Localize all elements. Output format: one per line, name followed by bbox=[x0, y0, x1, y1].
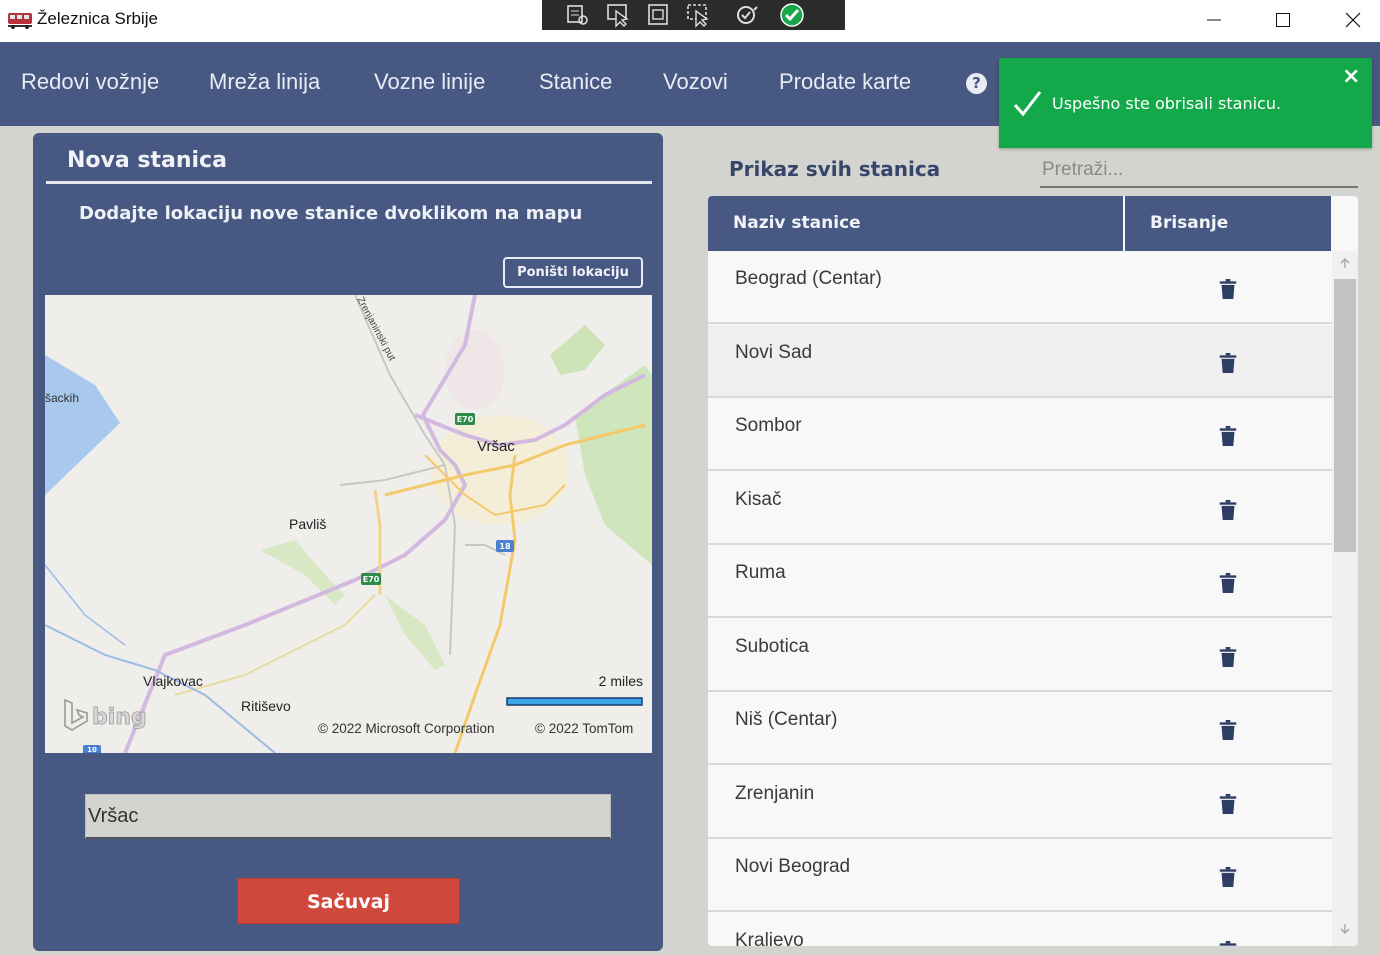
table-row[interactable]: Kraljevo bbox=[708, 913, 1332, 946]
title-bar: Železnica Srbije bbox=[0, 0, 1380, 42]
nav-item-timetable[interactable]: Redovi vožnje bbox=[21, 69, 159, 95]
village-label: Pavliš bbox=[289, 516, 326, 532]
instruction-text: Dodajte lokaciju nove stanice dvoklikom … bbox=[79, 203, 583, 224]
stations-table: Naziv stanice Brisanje Beograd (Centar) … bbox=[708, 196, 1358, 946]
station-name: Zrenjanin bbox=[735, 783, 815, 804]
nav-item-network[interactable]: Mreža linija bbox=[209, 69, 320, 95]
trash-icon[interactable] bbox=[1219, 353, 1237, 373]
road-label: Zrenjaninski put bbox=[354, 295, 397, 363]
station-name: Novi Sad bbox=[735, 342, 813, 363]
svg-text:10: 10 bbox=[87, 746, 97, 753]
select-element-icon[interactable] bbox=[604, 2, 632, 28]
scroll-up-icon[interactable] bbox=[1339, 257, 1351, 269]
svg-text:E70: E70 bbox=[457, 415, 474, 424]
village-label: Ritiševo bbox=[241, 698, 291, 714]
vertical-scrollbar[interactable] bbox=[1332, 251, 1358, 946]
station-name: Ruma bbox=[735, 562, 786, 583]
success-toast: Uspešno ste obrisali stanicu. × bbox=[999, 58, 1372, 148]
forest-area bbox=[385, 595, 445, 670]
title-divider bbox=[46, 181, 652, 184]
table-row[interactable]: Kisač bbox=[708, 472, 1332, 545]
minimize-button[interactable] bbox=[1191, 0, 1237, 40]
map-canvas: E70 E70 18 10 Vršac Pavliš Vlajkovac Rit… bbox=[45, 295, 652, 753]
forest-area bbox=[550, 325, 605, 375]
village-label: Vlajkovac bbox=[143, 673, 203, 689]
svg-text:18: 18 bbox=[499, 542, 511, 551]
table-row[interactable]: Subotica bbox=[708, 619, 1332, 692]
svg-text:bing: bing bbox=[92, 705, 147, 730]
reset-location-button[interactable]: Poništi lokaciju bbox=[503, 257, 643, 288]
bing-logo: bing bbox=[64, 698, 147, 731]
track-focus-icon[interactable] bbox=[684, 2, 712, 28]
nav-item-stations[interactable]: Stanice bbox=[539, 69, 612, 95]
toast-close-icon[interactable]: × bbox=[1342, 64, 1360, 89]
trash-icon[interactable] bbox=[1219, 500, 1237, 520]
trash-icon[interactable] bbox=[1219, 720, 1237, 740]
station-name: Kraljevo bbox=[735, 930, 804, 946]
svg-text:E70: E70 bbox=[363, 575, 380, 584]
check-icon[interactable] bbox=[778, 2, 806, 28]
minimize-icon bbox=[1207, 19, 1221, 21]
column-header-delete: Brisanje bbox=[1125, 196, 1331, 251]
map-view[interactable]: E70 E70 18 10 Vršac Pavliš Vlajkovac Rit… bbox=[45, 295, 652, 753]
scrollbar-thumb[interactable] bbox=[1334, 279, 1356, 552]
forest-area bbox=[575, 365, 652, 565]
search-input[interactable]: Pretraži... bbox=[1040, 154, 1358, 188]
table-row[interactable]: Novi Sad bbox=[708, 325, 1332, 398]
live-visual-tree-icon[interactable] bbox=[564, 2, 592, 28]
column-header-name: Naziv stanice bbox=[708, 196, 1123, 251]
debug-toolbar bbox=[542, 0, 845, 30]
copyright-microsoft: © 2022 Microsoft Corporation bbox=[318, 721, 495, 736]
close-window-button[interactable] bbox=[1330, 0, 1376, 40]
window-title: Železnica Srbije bbox=[37, 9, 158, 28]
trash-icon[interactable] bbox=[1219, 794, 1237, 814]
nav-item-trains[interactable]: Vozovi bbox=[663, 69, 728, 95]
lake-shape bbox=[45, 355, 120, 495]
station-name: Kisač bbox=[735, 489, 782, 510]
save-button[interactable]: Sačuvaj bbox=[237, 878, 460, 924]
station-name: Niš (Centar) bbox=[735, 709, 838, 730]
trash-icon[interactable] bbox=[1219, 279, 1237, 299]
close-icon bbox=[1345, 12, 1361, 28]
table-row[interactable]: Ruma bbox=[708, 545, 1332, 618]
scroll-down-icon[interactable] bbox=[1339, 923, 1351, 935]
station-name: Beograd (Centar) bbox=[735, 268, 882, 289]
location-input[interactable]: Vršac bbox=[85, 794, 611, 839]
copyright-tomtom: © 2022 TomTom bbox=[535, 721, 633, 736]
river-line bbox=[45, 624, 276, 753]
stations-list-title: Prikaz svih stanica bbox=[729, 157, 941, 181]
station-name: Sombor bbox=[735, 415, 802, 436]
forest-area bbox=[260, 540, 345, 605]
table-row[interactable]: Sombor bbox=[708, 398, 1332, 471]
nav-item-lines[interactable]: Vozne linije bbox=[374, 69, 485, 95]
new-station-panel: Nova stanica Dodajte lokaciju nove stani… bbox=[33, 133, 663, 951]
panel-title: Nova stanica bbox=[67, 148, 227, 173]
checkmark-icon bbox=[1013, 91, 1042, 117]
train-icon bbox=[8, 13, 32, 29]
trash-icon[interactable] bbox=[1219, 941, 1237, 946]
nav-item-sold-tickets[interactable]: Prodate karte bbox=[779, 69, 911, 95]
trash-icon[interactable] bbox=[1219, 867, 1237, 887]
table-row[interactable]: Beograd (Centar) bbox=[708, 251, 1332, 324]
water-label: šackih bbox=[45, 391, 79, 405]
trash-icon[interactable] bbox=[1219, 426, 1237, 446]
trash-icon[interactable] bbox=[1219, 573, 1237, 593]
table-row[interactable]: Novi Beograd bbox=[708, 839, 1332, 912]
hot-reload-icon[interactable] bbox=[732, 2, 760, 28]
maximize-icon bbox=[1276, 13, 1290, 27]
scale-bar bbox=[506, 697, 643, 706]
toast-message: Uspešno ste obrisali stanicu. bbox=[1052, 94, 1282, 113]
help-icon[interactable]: ? bbox=[966, 73, 987, 94]
maximize-button[interactable] bbox=[1260, 0, 1306, 40]
station-name: Subotica bbox=[735, 636, 809, 657]
table-row[interactable]: Niš (Centar) bbox=[708, 692, 1332, 765]
city-label: Vršac bbox=[477, 438, 515, 455]
trash-icon[interactable] bbox=[1219, 647, 1237, 667]
station-name: Novi Beograd bbox=[735, 856, 851, 877]
display-layout-adorners-icon[interactable] bbox=[644, 2, 672, 28]
urban-area bbox=[445, 330, 505, 410]
scale-label: 2 miles bbox=[599, 673, 643, 689]
table-row[interactable]: Zrenjanin bbox=[708, 766, 1332, 839]
